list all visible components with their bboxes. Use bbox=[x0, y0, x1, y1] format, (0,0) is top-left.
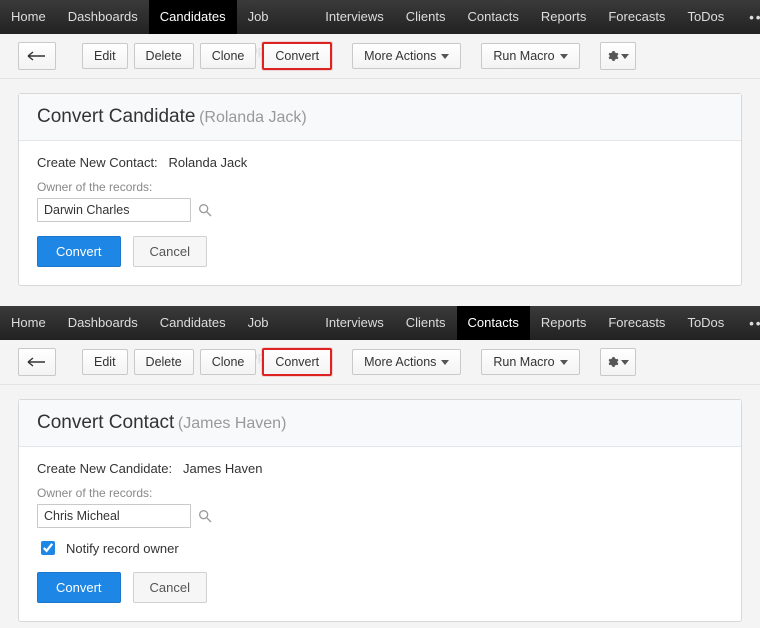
nav-job-openings[interactable]: Job Openings bbox=[237, 0, 315, 34]
notify-owner-label: Notify record owner bbox=[66, 541, 179, 556]
convert-submit-button[interactable]: Convert bbox=[37, 572, 121, 603]
caret-down-icon bbox=[560, 54, 568, 59]
nav-todos[interactable]: ToDos bbox=[676, 0, 735, 34]
create-label: Create New Candidate: bbox=[37, 461, 172, 476]
run-macro-button[interactable]: Run Macro bbox=[481, 43, 579, 69]
nav-contacts[interactable]: Contacts bbox=[457, 0, 530, 34]
nav-clients[interactable]: Clients bbox=[395, 306, 457, 340]
nav-home[interactable]: Home bbox=[0, 306, 57, 340]
nav-candidates[interactable]: Candidates bbox=[149, 306, 237, 340]
cancel-button[interactable]: Cancel bbox=[133, 236, 207, 267]
nav-job-openings[interactable]: Job Openings bbox=[237, 306, 315, 340]
top-nav-2: Home Dashboards Candidates Job Openings … bbox=[0, 306, 760, 340]
panel-header: Convert Candidate (Rolanda Jack) bbox=[19, 94, 741, 141]
nav-forecasts[interactable]: Forecasts bbox=[597, 0, 676, 34]
arrow-left-icon bbox=[27, 357, 47, 367]
lookup-icon[interactable] bbox=[197, 202, 213, 218]
convert-button[interactable]: Convert bbox=[262, 348, 332, 376]
owner-label: Owner of the records: bbox=[37, 180, 723, 194]
nav-forecasts[interactable]: Forecasts bbox=[597, 306, 676, 340]
panel-title: Convert Candidate bbox=[37, 106, 195, 127]
nav-home[interactable]: Home bbox=[0, 0, 57, 34]
owner-label: Owner of the records: bbox=[37, 486, 723, 500]
lookup-icon[interactable] bbox=[197, 508, 213, 524]
owner-input[interactable] bbox=[37, 198, 191, 222]
notify-owner-checkbox[interactable] bbox=[41, 541, 55, 555]
caret-down-icon bbox=[441, 360, 449, 365]
arrow-left-icon bbox=[27, 51, 47, 61]
nav-more-icon[interactable]: ••• bbox=[735, 316, 760, 331]
panel-header: Convert Contact (James Haven) bbox=[19, 400, 741, 447]
caret-down-icon bbox=[621, 360, 629, 365]
convert-candidate-panel: Convert Candidate (Rolanda Jack) Create … bbox=[18, 93, 742, 286]
nav-interviews[interactable]: Interviews bbox=[314, 306, 395, 340]
convert-submit-button[interactable]: Convert bbox=[37, 236, 121, 267]
convert-contact-panel: Convert Contact (James Haven) Create New… bbox=[18, 399, 742, 622]
nav-todos[interactable]: ToDos bbox=[676, 306, 735, 340]
delete-button[interactable]: Delete bbox=[134, 349, 194, 375]
gear-icon bbox=[607, 50, 619, 62]
nav-dashboards[interactable]: Dashboards bbox=[57, 306, 149, 340]
delete-button[interactable]: Delete bbox=[134, 43, 194, 69]
nav-interviews[interactable]: Interviews bbox=[314, 0, 395, 34]
caret-down-icon bbox=[441, 54, 449, 59]
clone-button[interactable]: Clone bbox=[200, 349, 257, 375]
nav-more-icon[interactable]: ••• bbox=[735, 10, 760, 25]
edit-button[interactable]: Edit bbox=[82, 349, 128, 375]
top-nav-1: Home Dashboards Candidates Job Openings … bbox=[0, 0, 760, 34]
nav-clients[interactable]: Clients bbox=[395, 0, 457, 34]
nav-contacts[interactable]: Contacts bbox=[457, 306, 530, 340]
gear-icon bbox=[607, 356, 619, 368]
create-value: James Haven bbox=[183, 461, 262, 476]
cancel-button[interactable]: Cancel bbox=[133, 572, 207, 603]
create-label: Create New Contact: bbox=[37, 155, 158, 170]
panel-subtitle: (James Haven) bbox=[178, 415, 286, 432]
run-macro-button[interactable]: Run Macro bbox=[481, 349, 579, 375]
content-1: Convert Candidate (Rolanda Jack) Create … bbox=[0, 79, 760, 306]
settings-button[interactable] bbox=[600, 348, 636, 376]
nav-reports[interactable]: Reports bbox=[530, 0, 598, 34]
content-2: Convert Contact (James Haven) Create New… bbox=[0, 385, 760, 628]
caret-down-icon bbox=[560, 360, 568, 365]
toolbar-1: Edit Delete Clone Convert More Actions R… bbox=[0, 34, 760, 79]
panel-subtitle: (Rolanda Jack) bbox=[199, 109, 307, 126]
settings-button[interactable] bbox=[600, 42, 636, 70]
toolbar-2: Edit Delete Clone Convert More Actions R… bbox=[0, 340, 760, 385]
nav-dashboards[interactable]: Dashboards bbox=[57, 0, 149, 34]
nav-reports[interactable]: Reports bbox=[530, 306, 598, 340]
convert-button[interactable]: Convert bbox=[262, 42, 332, 70]
panel-title: Convert Contact bbox=[37, 412, 174, 433]
back-button[interactable] bbox=[18, 348, 56, 376]
clone-button[interactable]: Clone bbox=[200, 43, 257, 69]
owner-input[interactable] bbox=[37, 504, 191, 528]
edit-button[interactable]: Edit bbox=[82, 43, 128, 69]
caret-down-icon bbox=[621, 54, 629, 59]
more-actions-button[interactable]: More Actions bbox=[352, 43, 461, 69]
create-value: Rolanda Jack bbox=[169, 155, 248, 170]
more-actions-button[interactable]: More Actions bbox=[352, 349, 461, 375]
back-button[interactable] bbox=[18, 42, 56, 70]
nav-candidates[interactable]: Candidates bbox=[149, 0, 237, 34]
